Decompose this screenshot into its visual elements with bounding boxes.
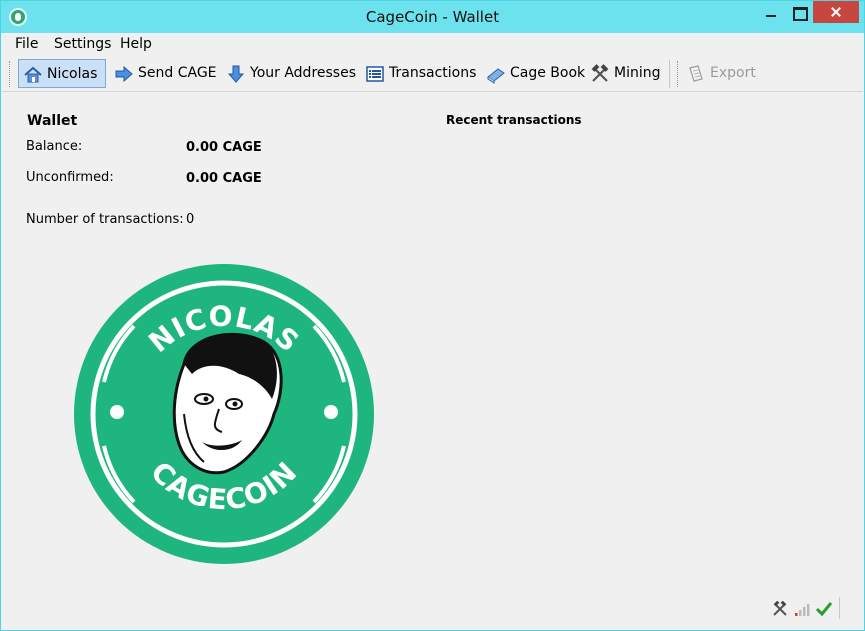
menu-file[interactable]: File	[15, 36, 38, 52]
balance-value: 0.00 CAGE	[186, 140, 262, 155]
close-button[interactable]	[813, 1, 859, 23]
balance-label: Balance:	[26, 139, 83, 154]
overview-page: Wallet Balance: 0.00 CAGE Unconfirmed: 0…	[2, 93, 863, 630]
menu-settings[interactable]: Settings	[54, 36, 111, 52]
title-bar[interactable]: CageCoin - Wallet	[1, 1, 864, 33]
your-addresses-button[interactable]: Your Addresses	[222, 59, 356, 88]
status-separator	[839, 597, 840, 619]
mining-button[interactable]: Mining	[586, 59, 661, 88]
toolbar-separator	[669, 60, 670, 88]
list-icon	[366, 66, 384, 82]
toolbar-grip-2[interactable]	[677, 61, 680, 87]
nicolas-button[interactable]: Nicolas	[18, 59, 106, 88]
send-cage-label: Send CAGE	[138, 65, 217, 81]
num-transactions-value: 0	[186, 212, 195, 227]
recent-transactions-heading: Recent transactions	[446, 113, 582, 127]
export-button[interactable]: Export	[682, 59, 756, 88]
transactions-button[interactable]: Transactions	[361, 59, 476, 88]
synced-check-icon[interactable]	[815, 600, 833, 618]
toolbar: Nicolas Send CAGE Your Addresses Transac…	[2, 56, 863, 92]
nicolas-label: Nicolas	[47, 66, 98, 82]
export-label: Export	[710, 65, 756, 81]
send-cage-button[interactable]: Send CAGE	[110, 59, 217, 88]
menu-help[interactable]: Help	[120, 36, 152, 52]
hammers-icon	[591, 64, 609, 82]
wallet-heading: Wallet	[27, 113, 78, 129]
clipboard-icon	[689, 65, 703, 82]
toolbar-grip[interactable]	[9, 61, 12, 87]
window-title: CageCoin - Wallet	[365, 8, 500, 26]
menu-bar: File Settings Help	[2, 33, 863, 55]
cage-book-label: Cage Book	[510, 65, 586, 81]
home-icon	[24, 66, 42, 83]
arrow-down-icon	[227, 65, 245, 83]
cagecoin-logo: NICOLAS CAGECOIN	[74, 264, 374, 564]
transactions-label: Transactions	[389, 65, 477, 81]
book-icon	[487, 68, 505, 84]
connections-icon[interactable]	[794, 601, 812, 617]
unconfirmed-value: 0.00 CAGE	[186, 171, 262, 186]
num-transactions-label: Number of transactions:	[26, 212, 184, 227]
mining-label: Mining	[614, 65, 661, 81]
mining-status-icon[interactable]	[772, 601, 788, 617]
arrow-right-icon	[115, 65, 133, 83]
your-addresses-label: Your Addresses	[250, 65, 356, 81]
maximize-button[interactable]	[781, 1, 817, 23]
app-window: CageCoin - Wallet File Settings Help Nic…	[0, 0, 865, 631]
unconfirmed-label: Unconfirmed:	[26, 170, 114, 185]
cage-book-button[interactable]: Cage Book	[482, 59, 585, 88]
